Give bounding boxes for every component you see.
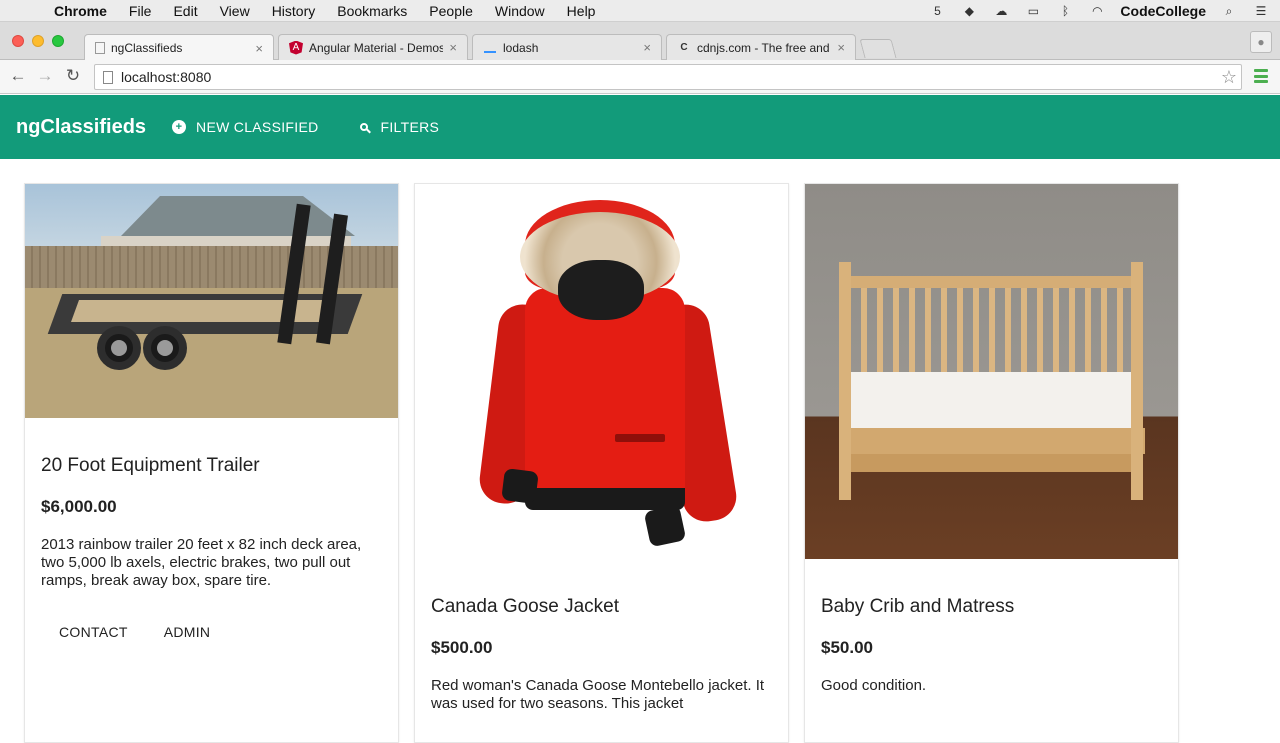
classified-card: 20 Foot Equipment Trailer $6,000.00 2013… — [24, 183, 399, 743]
window-zoom-button[interactable] — [52, 35, 64, 47]
app-toolbar: ngClassifieds + NEW CLASSIFIED FILTERS — [0, 95, 1280, 159]
tab-close-icon[interactable]: × — [255, 41, 263, 56]
tab-close-icon[interactable]: × — [643, 40, 651, 55]
cloud-icon[interactable]: ☁ — [992, 4, 1010, 18]
lodash-favicon-icon — [483, 41, 497, 55]
tab-cdnjs[interactable]: C cdnjs.com - The free and o × — [666, 34, 856, 60]
classified-description: Red woman's Canada Goose Montebello jack… — [431, 677, 765, 712]
user-name[interactable]: CodeCollege — [1120, 3, 1206, 19]
tab-close-icon[interactable]: × — [449, 40, 457, 55]
menu-window[interactable]: Window — [495, 3, 545, 19]
classified-price: $500.00 — [431, 638, 493, 657]
address-bar[interactable]: localhost:8080 ☆ — [94, 64, 1242, 90]
menu-edit[interactable]: Edit — [173, 3, 197, 19]
bluetooth-icon[interactable]: ᛒ — [1056, 4, 1074, 18]
tab-angular-material[interactable]: A Angular Material - Demos × — [278, 34, 468, 60]
tab-close-icon[interactable]: × — [837, 40, 845, 55]
bookmark-star-icon[interactable]: ☆ — [1221, 67, 1237, 88]
profile-icon[interactable]: ● — [1250, 31, 1272, 53]
admin-button[interactable]: ADMIN — [146, 618, 229, 646]
crib-image — [805, 184, 1178, 559]
tab-title: lodash — [503, 40, 539, 55]
classified-title: Canada Goose Jacket — [431, 596, 620, 617]
tab-ngclassifieds[interactable]: ngClassifieds × — [84, 34, 274, 61]
dropbox-icon[interactable]: ◆ — [960, 4, 978, 18]
menu-bookmarks[interactable]: Bookmarks — [337, 3, 407, 19]
menu-view[interactable]: View — [220, 3, 250, 19]
menu-people[interactable]: People — [429, 3, 473, 19]
search-icon — [357, 120, 371, 134]
classified-card: Baby Crib and Matress $50.00 Good condit… — [804, 183, 1179, 743]
new-tab-button[interactable] — [859, 39, 897, 58]
contact-button[interactable]: CONTACT — [41, 618, 146, 646]
classified-description: Good condition. — [821, 677, 927, 694]
browser-toolbar: ← → ↻ localhost:8080 ☆ — [0, 60, 1280, 94]
add-circle-icon: + — [172, 120, 187, 134]
filters-button[interactable]: FILTERS — [351, 111, 446, 143]
app-title: ngClassifieds — [16, 115, 147, 138]
window-close-button[interactable] — [12, 35, 24, 47]
chrome-menu-icon[interactable] — [1254, 69, 1268, 83]
classified-price: $6,000.00 — [41, 497, 117, 516]
page-icon — [103, 70, 113, 84]
menu-history[interactable]: History — [272, 3, 316, 19]
filters-label: FILTERS — [380, 119, 440, 135]
menu-app-name[interactable]: Chrome — [54, 3, 107, 19]
trailer-image — [25, 184, 398, 418]
window-minimize-button[interactable] — [32, 35, 44, 47]
forward-arrow-icon[interactable]: → — [35, 66, 55, 86]
jacket-image — [415, 184, 788, 559]
notification-list-icon[interactable]: ☰ — [1252, 4, 1270, 18]
page-favicon-icon — [95, 42, 105, 54]
new-classified-button[interactable]: + NEW CLASSIFIED — [166, 111, 324, 143]
address-url[interactable]: localhost:8080 — [121, 69, 211, 85]
os-menu-bar: Chrome File Edit View History Bookmarks … — [0, 0, 1280, 22]
tab-title: Angular Material - Demos — [309, 40, 444, 55]
airplay-icon[interactable]: ▭ — [1024, 4, 1042, 18]
classified-title: 20 Foot Equipment Trailer — [41, 455, 260, 476]
shield-icon[interactable]: 5 — [928, 4, 946, 18]
spotlight-search-icon[interactable]: ⌕ — [1220, 4, 1238, 18]
angular-favicon-icon: A — [289, 40, 303, 55]
classifieds-grid: 20 Foot Equipment Trailer $6,000.00 2013… — [0, 159, 1280, 743]
browser-tab-strip: ngClassifieds × A Angular Material - Dem… — [0, 22, 1280, 61]
classified-title: Baby Crib and Matress — [821, 596, 1015, 617]
tab-lodash[interactable]: lodash × — [472, 34, 662, 60]
new-classified-label: NEW CLASSIFIED — [196, 119, 319, 135]
classified-card: Canada Goose Jacket $500.00 Red woman's … — [414, 183, 789, 743]
tab-title: ngClassifieds — [111, 41, 183, 55]
classified-price: $50.00 — [821, 638, 873, 657]
menu-help[interactable]: Help — [567, 3, 596, 19]
back-arrow-icon[interactable]: ← — [8, 66, 28, 86]
cdnjs-favicon-icon: C — [680, 42, 688, 53]
reload-icon[interactable]: ↻ — [63, 66, 83, 86]
menu-file[interactable]: File — [129, 3, 152, 19]
classified-description: 2013 rainbow trailer 20 feet x 82 inch d… — [41, 536, 362, 589]
tab-title: cdnjs.com - The free and o — [697, 40, 832, 55]
wifi-icon[interactable]: ◠ — [1088, 4, 1106, 18]
